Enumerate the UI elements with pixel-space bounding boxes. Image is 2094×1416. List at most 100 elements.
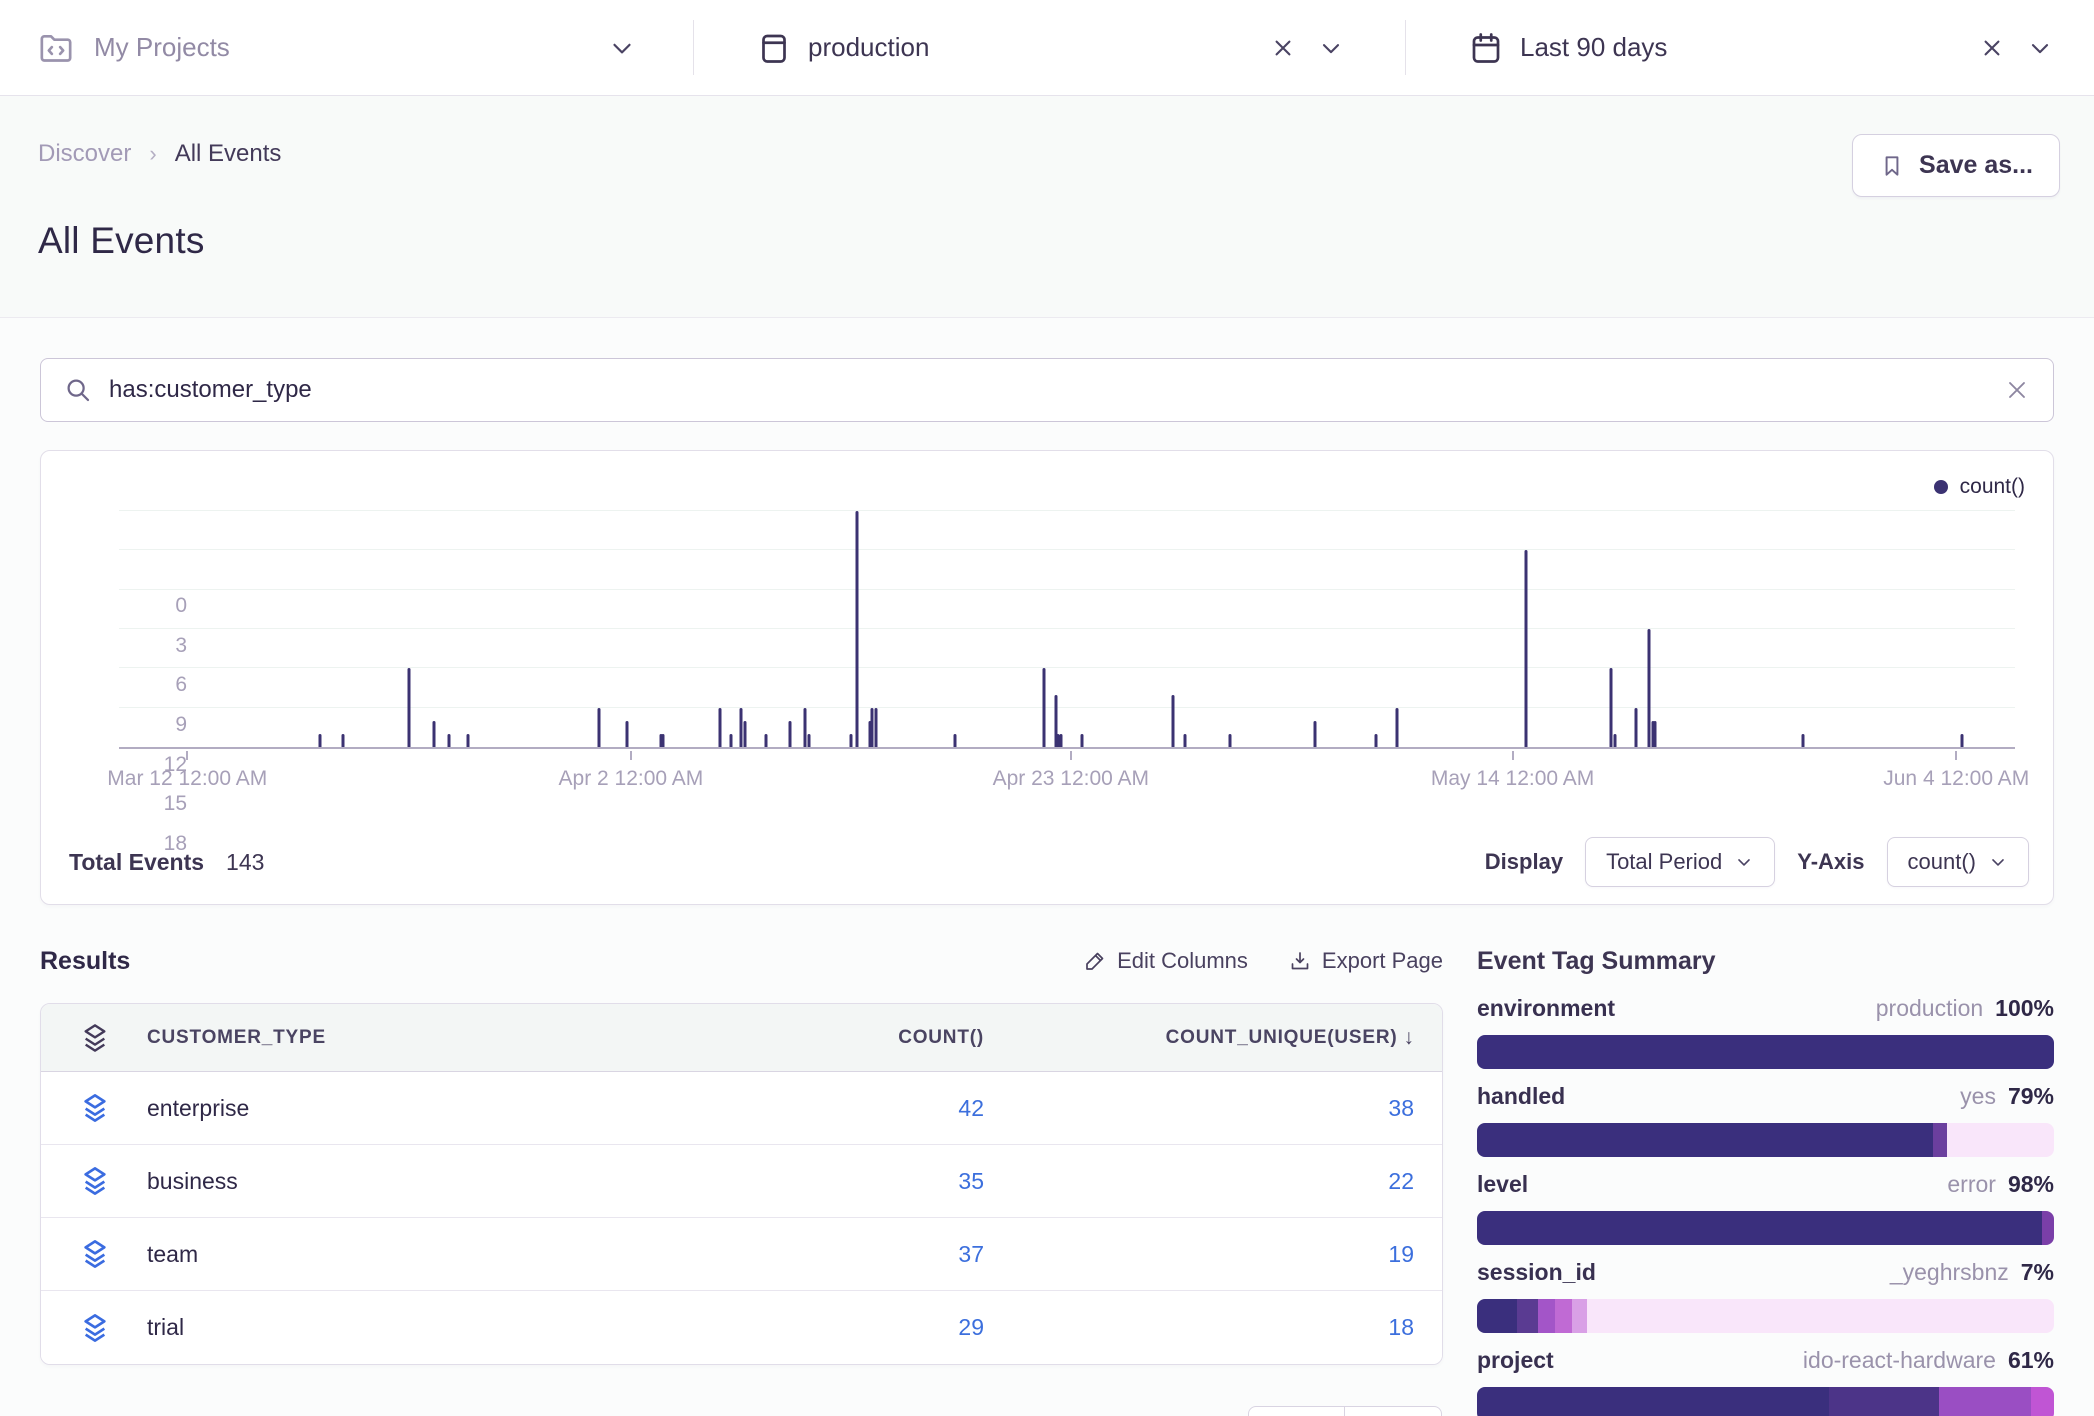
cell-count-unique-link[interactable]: 22 [984,1168,1414,1195]
stack-icon-blue[interactable] [79,1092,111,1124]
breadcrumb-separator: › [149,141,156,167]
stack-icon-blue[interactable] [79,1312,111,1344]
chart-spike [1172,695,1175,747]
table-row: trial2918 [41,1291,1442,1364]
y-axis-tick-label: 0 [127,594,187,618]
tag-name: environment [1477,995,1615,1022]
environment-clear-icon[interactable] [1269,34,1297,62]
chart-spike [1801,734,1804,747]
chart-spike [1183,734,1186,747]
chart-spike [408,668,411,747]
chart-spike [855,511,858,747]
column-header-count-unique[interactable]: COUNT_UNIQUE(USER) ↓ [984,1026,1414,1050]
display-dropdown[interactable]: Total Period [1585,837,1775,887]
project-selector[interactable]: My Projects [0,0,693,95]
pagination-prev-button[interactable] [1248,1406,1345,1416]
chart-spike [341,734,344,747]
chart-spike [318,734,321,747]
chart-spike [626,721,629,747]
stack-icon-blue[interactable] [79,1165,111,1197]
search-input[interactable] [109,376,2003,404]
cell-count-link[interactable]: 35 [724,1168,984,1195]
cell-customer-type: enterprise [147,1095,724,1122]
stack-icon-blue[interactable] [79,1238,111,1270]
tag-top-value: error [1947,1171,1996,1198]
tag-summary-item: environmentproduction100% [1477,995,2054,1069]
calendar-icon [1468,30,1504,66]
chart-spike [1229,734,1232,747]
tag-bar-segment [1555,1299,1572,1333]
cell-count-link[interactable]: 29 [724,1314,984,1341]
table-header-row: CUSTOMER_TYPE COUNT() COUNT_UNIQUE(USER)… [41,1004,1442,1072]
tag-bar-segment [1477,1299,1517,1333]
chart-spike [1056,734,1059,747]
cell-count-unique-link[interactable]: 18 [984,1314,1414,1341]
cell-count-unique-link[interactable]: 19 [984,1241,1414,1268]
chart-spike [739,708,742,747]
project-chevron-down-icon[interactable] [607,33,637,63]
date-range-clear-icon[interactable] [1978,34,2006,62]
yaxis-dropdown-value: count() [1908,849,1976,875]
x-axis-tick [1070,751,1072,760]
environment-chevron-down-icon[interactable] [1317,34,1345,62]
chart-plot[interactable] [119,511,2015,749]
cell-customer-type: business [147,1168,724,1195]
tag-name: project [1477,1347,1554,1374]
x-axis-tick-label: May 14 12:00 AM [1431,767,1594,791]
cell-count-unique-link[interactable]: 38 [984,1095,1414,1122]
x-axis-tick-label: Apr 23 12:00 AM [993,767,1149,791]
count-unique-label: COUNT_UNIQUE(USER) [1166,1027,1398,1049]
tag-distribution-bar[interactable] [1477,1035,2054,1069]
tag-name: session_id [1477,1259,1596,1286]
tag-bar-segment [1538,1299,1555,1333]
chart-spike [789,721,792,747]
pagination-next-button[interactable] [1345,1406,1442,1416]
tag-distribution-bar[interactable] [1477,1387,2054,1416]
main-content-row: Results Edit Columns Export Page [40,943,2054,1416]
breadcrumb: Discover › All Events [38,140,2060,168]
tag-summary-item: levelerror98% [1477,1171,2054,1245]
chevron-down-icon [1734,852,1754,872]
cell-count-link[interactable]: 37 [724,1241,984,1268]
chart-gridline [119,549,2015,550]
yaxis-dropdown[interactable]: count() [1887,837,2029,887]
date-range-filter[interactable]: Last 90 days [1406,0,2094,95]
search-clear-icon[interactable] [2003,376,2031,404]
chart-spike [804,708,807,747]
x-axis-tick [1955,751,1957,760]
x-axis-tick-label: Apr 2 12:00 AM [559,767,704,791]
events-chart-panel: count() 0369121518Mar 12 12:00 AMApr 2 1… [40,450,2054,905]
chart-spike [954,734,957,747]
chart-spike [849,734,852,747]
tag-bar-segment [1477,1123,1933,1157]
chart-gridline [119,667,2015,668]
tag-distribution-bar[interactable] [1477,1211,2054,1245]
results-heading: Results [40,947,130,976]
tag-distribution-bar[interactable] [1477,1123,2054,1157]
chart-footer: Total Events 143 Display Total Period Y-… [69,836,2029,888]
tag-summary-item: handledyes79% [1477,1083,2054,1157]
environment-filter[interactable]: production [694,0,1405,95]
export-page-button[interactable]: Export Page [1288,948,1443,974]
chart-spike [764,734,767,747]
chart-spike [730,734,733,747]
chart-spike [719,708,722,747]
edit-columns-button[interactable]: Edit Columns [1083,948,1248,974]
table-body: enterprise4238business3522team3719trial2… [41,1072,1442,1364]
edit-columns-label: Edit Columns [1117,948,1248,974]
download-icon [1288,949,1312,973]
pagination [1248,1406,1442,1416]
date-range-chevron-down-icon[interactable] [2026,34,2054,62]
column-header-count[interactable]: COUNT() [724,1027,984,1049]
tag-name: handled [1477,1083,1565,1110]
chart-spike [743,721,746,747]
column-header-customer-type[interactable]: CUSTOMER_TYPE [147,1027,724,1049]
save-as-button[interactable]: Save as... [1852,134,2060,197]
tag-distribution-bar[interactable] [1477,1299,2054,1333]
chart-gridline [119,510,2015,511]
date-range-label: Last 90 days [1520,32,1667,63]
tag-summary-item: projectido-react-hardware61% [1477,1347,2054,1416]
cell-count-link[interactable]: 42 [724,1095,984,1122]
event-tag-summary-section: Event Tag Summary environmentproduction1… [1477,943,2054,1416]
breadcrumb-discover-link[interactable]: Discover [38,140,131,168]
